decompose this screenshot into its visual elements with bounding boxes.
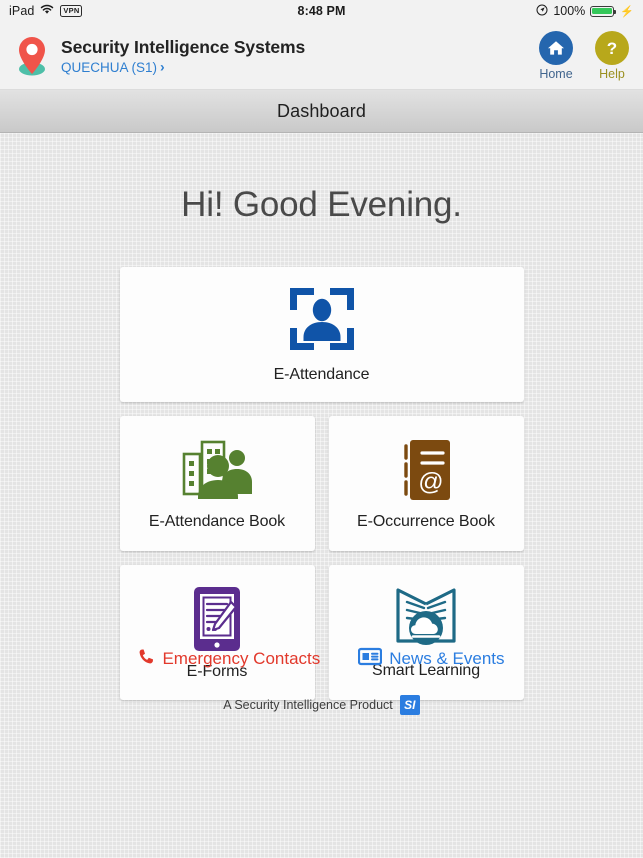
si-logo: SI <box>399 695 420 715</box>
home-icon <box>539 30 573 65</box>
news-events-label: News & Events <box>389 649 505 668</box>
chevron-right-icon: › <box>160 58 165 75</box>
help-question-icon: ? <box>595 30 629 65</box>
status-bar: iPad VPN 8:48 PM 100% ⚡ <box>0 0 643 22</box>
status-bar-right: 100% ⚡ <box>536 4 634 19</box>
tile-e-occurrence-book[interactable]: @ E-Occurrence Book <box>328 416 524 551</box>
footer-product-note: A Security Intelligence Product SI <box>0 695 643 715</box>
book-cloud-icon <box>393 586 459 652</box>
brand-block: Security Intelligence Systems QUECHUA (S… <box>14 34 305 78</box>
tile-row-1: E-Attendance Book @ E-Occurrence Book <box>119 416 524 551</box>
tile-e-attendance-book[interactable]: E-Attendance Book <box>119 416 315 551</box>
app-title: Security Intelligence Systems <box>61 36 306 57</box>
site-selector[interactable]: QUECHUA (S1) › <box>61 60 305 75</box>
tile-e-forms[interactable]: E-Forms <box>119 565 315 700</box>
face-scan-icon <box>288 286 356 352</box>
page-title: Dashboard <box>277 100 366 121</box>
ipad-screen: iPad VPN 8:48 PM 100% ⚡ Security Intelli… <box>0 0 643 858</box>
map-pin-logo <box>14 34 50 78</box>
battery-percent: 100% <box>553 4 586 18</box>
buildings-people-icon <box>181 437 253 503</box>
help-label: Help <box>599 66 625 81</box>
brand-text: Security Intelligence Systems QUECHUA (S… <box>61 37 305 75</box>
app-header: Security Intelligence Systems QUECHUA (S… <box>0 22 643 90</box>
header-actions: Home ? Help <box>539 30 629 81</box>
home-button[interactable]: Home <box>539 30 573 81</box>
tablet-form-pencil-icon <box>191 585 243 653</box>
product-note-text: A Security Intelligence Product <box>223 698 393 712</box>
tile-grid: E-Attendance E-Attendance Book @ E-Occur… <box>119 267 524 700</box>
emergency-contacts-link[interactable]: Emergency Contacts <box>138 647 320 671</box>
location-services-icon <box>536 4 548 19</box>
phone-icon <box>138 648 155 670</box>
svg-text:?: ? <box>607 39 617 58</box>
battery-icon <box>590 5 617 17</box>
tile-row-2: E-Forms Smart Learning <box>119 565 524 700</box>
page-title-bar: Dashboard <box>0 90 643 133</box>
dashboard-content: Hi! Good Evening. E-Attendance E-Attenda… <box>0 133 643 858</box>
tile-label: E-Attendance Book <box>148 512 286 530</box>
tile-e-attendance[interactable]: E-Attendance <box>119 267 524 402</box>
site-name: QUECHUA (S1) <box>61 59 158 75</box>
ledger-at-icon: @ <box>398 437 454 503</box>
svg-text:@: @ <box>418 468 443 496</box>
tile-smart-learning[interactable]: Smart Learning <box>328 565 524 700</box>
help-button[interactable]: ? Help <box>595 30 629 81</box>
greeting-text: Hi! Good Evening. <box>181 185 462 224</box>
charging-bolt-icon: ⚡ <box>620 5 634 18</box>
tile-label: E-Attendance <box>273 365 370 383</box>
footer-links: Emergency Contacts News & Events <box>0 647 643 671</box>
emergency-contacts-label: Emergency Contacts <box>162 649 321 668</box>
news-events-link[interactable]: News & Events <box>358 647 505 671</box>
home-label: Home <box>539 66 573 81</box>
tile-label: E-Occurrence Book <box>357 512 495 530</box>
newspaper-icon <box>358 647 383 671</box>
